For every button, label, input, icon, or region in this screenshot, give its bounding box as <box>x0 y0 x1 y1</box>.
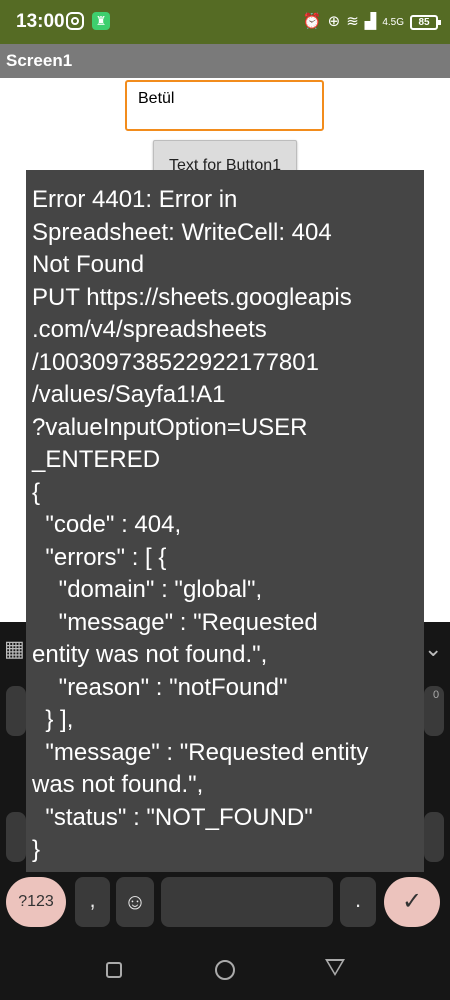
error-line: Error 4401: Error in <box>32 186 238 213</box>
status-icons: ⏰ ⊕ ≋ ▟ 4.5G 85 <box>302 12 441 32</box>
text-input[interactable] <box>138 90 308 108</box>
error-line: } <box>32 836 41 863</box>
signal-icon: ▟ <box>364 13 377 30</box>
error-line: Not Found <box>32 251 145 278</box>
error-line: "message" : "Requested entity <box>45 738 369 766</box>
collapse-chevron-icon[interactable]: ⌄ <box>424 636 442 662</box>
navigation-bar <box>0 940 450 1000</box>
space-key[interactable] <box>161 877 333 927</box>
network-type: 4.5G <box>382 16 404 28</box>
enter-key[interactable]: ✓ <box>384 877 440 927</box>
home-icon[interactable] <box>215 960 235 980</box>
screen-title-bar: Screen1 <box>0 44 450 78</box>
period-key[interactable]: . <box>340 877 376 927</box>
emoji-key[interactable]: ☺ <box>116 877 154 927</box>
error-message: Error 4401: Error in Spreadsheet: WriteC… <box>32 184 424 867</box>
error-line: /100309738522922177801 <box>32 348 319 376</box>
error-line: "status" : "NOT_FOUND" <box>45 803 313 831</box>
error-line: _ENTERED <box>32 446 161 473</box>
text-input-box[interactable] <box>125 80 324 131</box>
battery-level: 85 <box>418 16 430 28</box>
error-line: "domain" : "global", <box>58 576 263 603</box>
status-bar: 13:00 ♜ ⏰ ⊕ ≋ ▟ 4.5G 85 <box>0 0 450 44</box>
symbols-key[interactable]: ?123 <box>6 877 66 927</box>
error-line: was not found.", <box>32 771 204 798</box>
key-shift[interactable] <box>6 812 26 862</box>
error-line: } ], <box>45 706 74 733</box>
comma-key[interactable]: , <box>75 877 110 927</box>
error-line: PUT https://sheets.googleapis <box>32 283 352 311</box>
apps-grid-icon[interactable]: ▦ <box>4 636 25 662</box>
recents-icon[interactable] <box>106 962 122 978</box>
app-notification-icon: ♜ <box>92 12 110 30</box>
battery-icon: 85 <box>410 14 441 30</box>
instagram-icon <box>66 12 84 30</box>
error-line: "code" : 404, <box>45 511 182 538</box>
error-line: "message" : "Requested <box>58 608 318 636</box>
error-toast: Error 4401: Error in Spreadsheet: WriteC… <box>26 170 424 872</box>
alarm-icon: ⏰ <box>302 13 322 30</box>
error-line: "errors" : [ { <box>45 543 167 571</box>
back-icon[interactable] <box>325 959 345 976</box>
key-letter-left[interactable] <box>6 686 26 736</box>
error-line: "reason" : "notFound" <box>58 673 288 701</box>
error-line: Spreadsheet: WriteCell: 404 <box>32 218 332 246</box>
data-saver-icon: ⊕ <box>327 13 341 30</box>
key-backspace[interactable] <box>424 812 444 862</box>
error-line: entity was not found.", <box>32 641 268 668</box>
error-line: ?valueInputOption=USER <box>32 413 308 441</box>
error-line: { <box>32 478 41 506</box>
error-line: /values/Sayfa1!A1 <box>32 381 226 408</box>
screen-title: Screen1 <box>6 51 73 70</box>
error-line: .com/v4/spreadsheets <box>32 316 267 343</box>
key-number-hint: 0 <box>433 689 440 701</box>
status-time: 13:00 <box>16 11 65 32</box>
wifi-icon: ≋ <box>346 13 359 30</box>
